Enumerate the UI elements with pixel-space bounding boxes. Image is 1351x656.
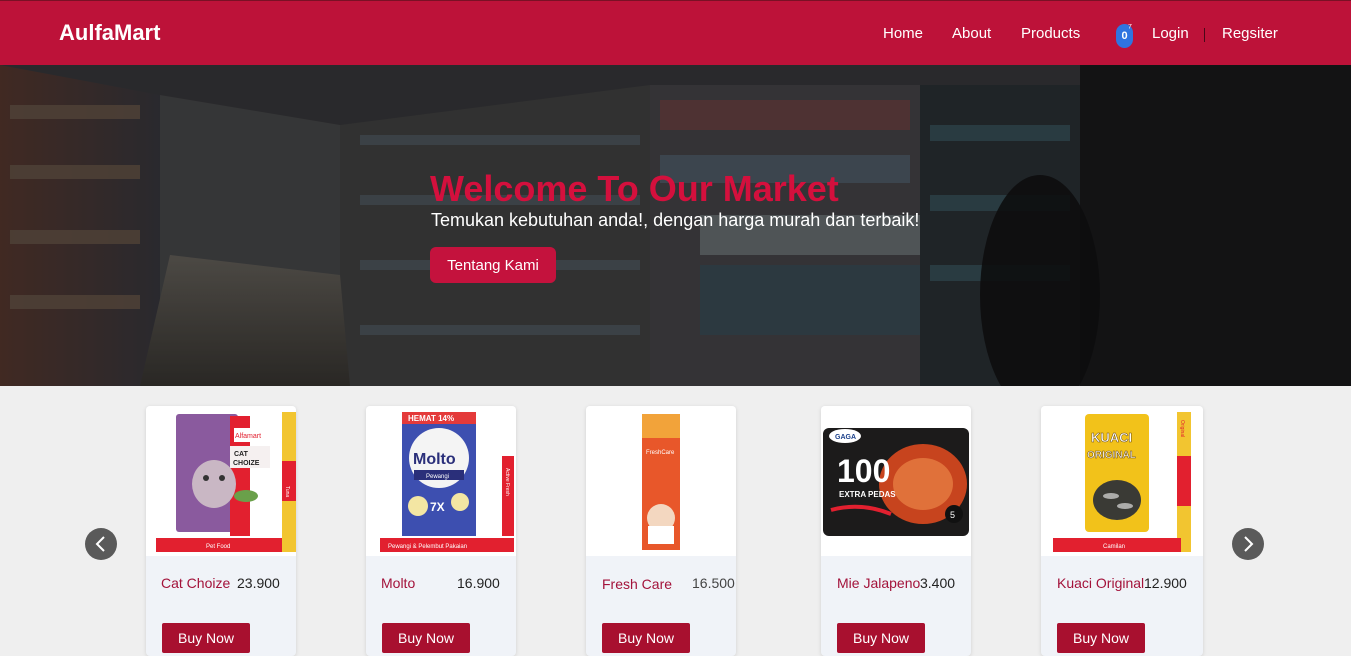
svg-text:Tuna: Tuna: [284, 486, 290, 497]
carousel-prev-button[interactable]: [85, 528, 117, 560]
buy-now-button[interactable]: Buy Now: [602, 623, 690, 653]
product-image[interactable]: FreshCare: [586, 406, 736, 556]
svg-text:CAT: CAT: [234, 451, 249, 458]
product-name[interactable]: Cat Choize: [161, 575, 230, 591]
product-image[interactable]: HEMAT 14% Molto Pewangi 7X Pewangi & Pel…: [366, 406, 516, 556]
product-name[interactable]: Fresh Care: [602, 576, 672, 592]
product-price: 16.900: [457, 575, 500, 591]
product-price: 3.400: [920, 575, 956, 591]
product-image[interactable]: KUACI ORIGINAL Camilan Original: [1041, 406, 1203, 556]
product-price: 16.500: [692, 575, 735, 591]
brand-logo[interactable]: AulfaMart: [59, 20, 160, 46]
carousel-next-button[interactable]: [1232, 528, 1264, 560]
svg-text:Original: Original: [1179, 420, 1185, 437]
svg-text:Pet Food: Pet Food: [206, 544, 230, 550]
noodle-packshot: GAGA 100 EXTRA PEDAS 5: [823, 428, 969, 536]
svg-text:FreshCare: FreshCare: [646, 450, 675, 456]
kuaci-packshot: KUACI ORIGINAL Camilan Original: [1053, 412, 1191, 552]
product-image[interactable]: GAGA 100 EXTRA PEDAS 5: [821, 406, 971, 556]
product-card: KUACI ORIGINAL Camilan Original Kuaci Or…: [1041, 406, 1203, 656]
product-card: Alfamart CAT CHOIZE Pet Food Tuna Cat Ch…: [146, 406, 296, 656]
svg-text:Alfamart: Alfamart: [235, 433, 261, 440]
svg-text:CHOIZE: CHOIZE: [233, 460, 260, 467]
svg-text:7X: 7X: [430, 500, 445, 514]
buy-now-button[interactable]: Buy Now: [162, 623, 250, 653]
nav-divider: [1204, 28, 1205, 42]
hero-subtitle: Temukan kebutuhan anda!, dengan harga mu…: [431, 210, 920, 230]
svg-text:ORIGINAL: ORIGINAL: [1087, 450, 1136, 461]
chevron-left-icon: [95, 536, 105, 552]
svg-text:Pewangi: Pewangi: [426, 474, 449, 480]
buy-now-button[interactable]: Buy Now: [382, 623, 470, 653]
nav-home[interactable]: Home: [883, 25, 923, 42]
product-card: HEMAT 14% Molto Pewangi 7X Pewangi & Pel…: [366, 406, 516, 656]
product-card: GAGA 100 EXTRA PEDAS 5 Mie Jalapeno 3.40…: [821, 406, 971, 656]
cat-food-packshot: Alfamart CAT CHOIZE Pet Food Tuna: [156, 412, 296, 552]
svg-text:KUACI: KUACI: [1091, 430, 1132, 445]
svg-text:Molto: Molto: [413, 451, 456, 468]
svg-text:5: 5: [950, 510, 955, 520]
chevron-right-icon: [1244, 536, 1254, 552]
product-name[interactable]: Mie Jalapeno: [837, 575, 920, 591]
navbar: AulfaMart Home About Products 0 ⁷ Login …: [0, 1, 1351, 65]
svg-text:HEMAT 14%: HEMAT 14%: [408, 414, 454, 423]
nav-register[interactable]: Regsiter: [1222, 25, 1278, 42]
svg-text:100: 100: [837, 453, 890, 489]
molto-packshot: HEMAT 14% Molto Pewangi 7X Pewangi & Pel…: [380, 412, 514, 552]
buy-now-button[interactable]: Buy Now: [1057, 623, 1145, 653]
product-name[interactable]: Kuaci Original: [1057, 575, 1144, 591]
product-image[interactable]: Alfamart CAT CHOIZE Pet Food Tuna: [146, 406, 296, 556]
buy-now-button[interactable]: Buy Now: [837, 623, 925, 653]
hero-banner: Welcome To Our Market Temukan kebutuhan …: [0, 65, 1351, 386]
hero-title: Welcome To Our Market: [430, 168, 839, 209]
svg-text:Camilan: Camilan: [1103, 544, 1125, 550]
freshcare-packshot: FreshCare: [642, 414, 680, 550]
product-price: 12.900: [1144, 575, 1187, 591]
cart-indicator-icon: ⁷: [1128, 22, 1132, 34]
nav-about[interactable]: About: [952, 25, 991, 42]
svg-text:Active Fresh: Active Fresh: [504, 468, 510, 496]
svg-text:Pewangi & Pelembut Pakaian: Pewangi & Pelembut Pakaian: [388, 544, 467, 550]
nav-login[interactable]: Login: [1152, 25, 1189, 42]
svg-text:GAGA: GAGA: [835, 434, 856, 441]
nav-products[interactable]: Products: [1021, 25, 1080, 42]
product-card: FreshCare Fresh Care 16.500 Buy Now: [586, 406, 736, 656]
product-price: 23.900: [237, 575, 280, 591]
about-us-button[interactable]: Tentang Kami: [430, 247, 556, 283]
product-name[interactable]: Molto: [381, 575, 415, 591]
svg-text:EXTRA PEDAS: EXTRA PEDAS: [839, 490, 896, 499]
